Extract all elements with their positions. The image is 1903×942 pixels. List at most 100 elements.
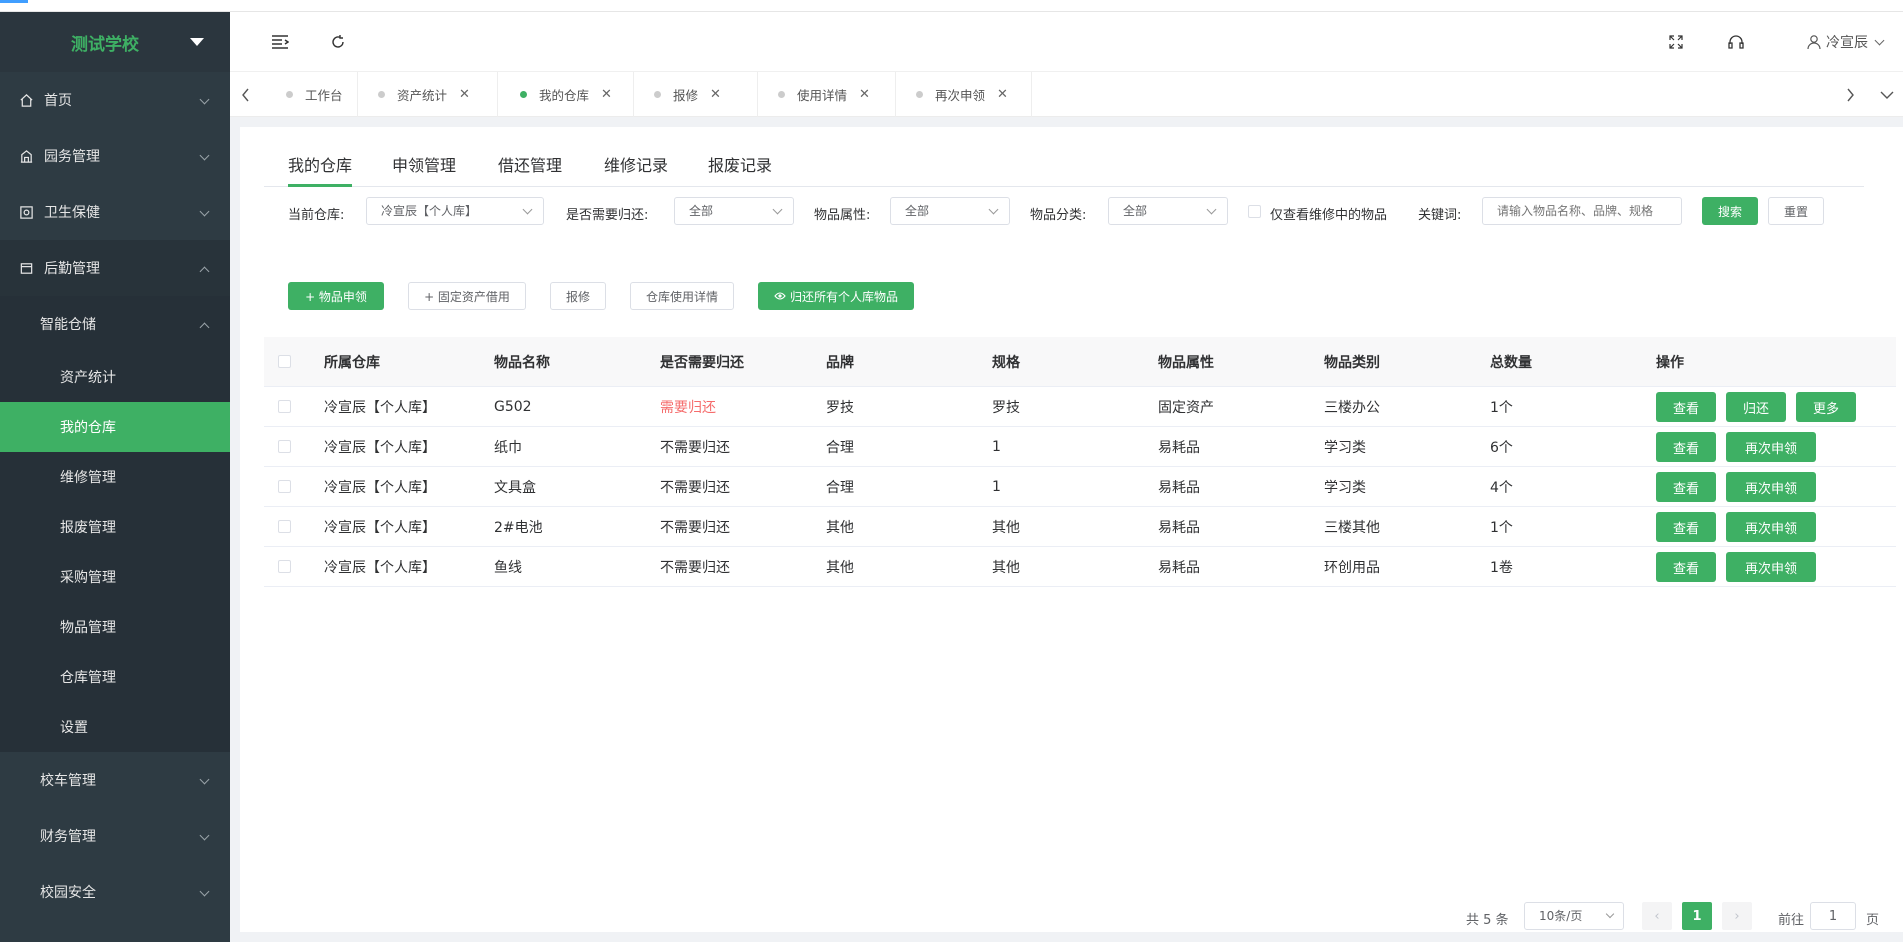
tab-reapply[interactable]: 再次申领 ✕: [896, 72, 1032, 117]
view-button[interactable]: 查看: [1656, 552, 1716, 582]
sidebar-subitem-repair[interactable]: 维修管理: [0, 452, 230, 502]
row-checkbox[interactable]: [278, 560, 291, 573]
sidebar-subitem-settings[interactable]: 设置: [0, 702, 230, 752]
reapply-button[interactable]: 再次申领: [1726, 432, 1816, 462]
sidebar-item-home[interactable]: 首页: [0, 72, 230, 128]
sidebar-subitem-my-warehouse[interactable]: 我的仓库: [0, 402, 230, 452]
sidebar-subitem-scrap[interactable]: 报废管理: [0, 502, 230, 552]
reapply-button[interactable]: 再次申领: [1726, 472, 1816, 502]
warehouse-usage-button[interactable]: 仓库使用详情: [630, 282, 734, 310]
row-checkbox[interactable]: [278, 520, 291, 533]
cell-qty: 4个: [1490, 479, 1513, 496]
sidebar: 测试学校 首页 园务管理 卫生保健 后勤管理 智能仓储 资产统计 我的仓库 维修…: [0, 12, 230, 942]
column-header: 品牌: [826, 354, 854, 371]
sidebar-item-logistics[interactable]: 后勤管理: [0, 240, 230, 296]
refresh-icon[interactable]: [328, 32, 348, 52]
sidebar-subitem-purchase[interactable]: 采购管理: [0, 552, 230, 602]
more-button[interactable]: 更多: [1796, 392, 1856, 422]
sidebar-item-label: 首页: [44, 93, 72, 109]
headset-icon[interactable]: [1726, 32, 1746, 52]
attr-select[interactable]: 全部: [890, 197, 1010, 225]
sidebar-subitem-items[interactable]: 物品管理: [0, 602, 230, 652]
menu-fold-icon[interactable]: [270, 32, 290, 52]
sidebar-item-label: 园务管理: [44, 149, 100, 165]
school-switcher[interactable]: 测试学校: [0, 12, 230, 72]
row-checkbox[interactable]: [278, 400, 291, 413]
reapply-button[interactable]: 再次申领: [1726, 512, 1816, 542]
tabs-scroll-right-icon[interactable]: [1834, 72, 1866, 117]
chevron-down-icon: [522, 204, 533, 215]
tab-label: 我的仓库: [539, 88, 590, 103]
page-suffix: 页: [1866, 913, 1880, 928]
cell-need-return: 不需要归还: [660, 519, 730, 536]
page-size-value: 10条/页: [1539, 909, 1583, 923]
subtab-my-warehouse[interactable]: 我的仓库: [288, 152, 353, 187]
subtab-repair-records[interactable]: 维修记录: [604, 152, 668, 187]
page-size-select[interactable]: 10条/页: [1524, 902, 1624, 930]
top-strip: [0, 0, 1903, 12]
reset-button[interactable]: 重置: [1768, 197, 1824, 225]
fixed-asset-borrow-button[interactable]: + 固定资产借用: [408, 282, 526, 310]
view-button[interactable]: 查看: [1656, 392, 1716, 422]
sidebar-item-safety[interactable]: 校园安全: [0, 864, 230, 920]
cell-category: 学习类: [1324, 439, 1366, 456]
sidebar-subitem-asset-stats[interactable]: 资产统计: [0, 352, 230, 402]
tabs-dropdown-icon[interactable]: [1871, 72, 1903, 117]
sidebar-item-bus[interactable]: 校车管理: [0, 752, 230, 808]
row-checkbox[interactable]: [278, 440, 291, 453]
search-button[interactable]: 搜索: [1702, 197, 1758, 225]
close-icon[interactable]: ✕: [601, 87, 612, 102]
prev-page-icon[interactable]: ‹: [1642, 902, 1672, 930]
cell-name: 文具盒: [494, 479, 536, 496]
top-header: 冷宣辰: [230, 12, 1903, 72]
chevron-up-icon: [199, 266, 210, 277]
sidebar-item-finance[interactable]: 财务管理: [0, 808, 230, 864]
tab-usage[interactable]: 使用详情 ✕: [758, 72, 896, 117]
warehouse-select[interactable]: 冷宣辰【个人库】: [366, 197, 544, 225]
keyword-input[interactable]: [1482, 197, 1682, 225]
close-icon[interactable]: ✕: [710, 87, 721, 102]
sidebar-item-smart-storage[interactable]: 智能仓储: [0, 296, 230, 352]
tab-workbench[interactable]: 工作台: [266, 72, 358, 117]
return-select[interactable]: 全部: [674, 197, 794, 225]
tab-my-warehouse[interactable]: 我的仓库 ✕: [498, 72, 634, 117]
view-button[interactable]: 查看: [1656, 512, 1716, 542]
cell-attr: 易耗品: [1158, 559, 1200, 576]
category-select[interactable]: 全部: [1108, 197, 1228, 225]
next-page-icon[interactable]: ›: [1722, 902, 1752, 930]
apply-item-button[interactable]: + 物品申领: [288, 282, 384, 310]
page-number-current[interactable]: 1: [1682, 902, 1712, 930]
select-all-checkbox[interactable]: [278, 355, 291, 368]
row-checkbox[interactable]: [278, 480, 291, 493]
return-button[interactable]: 归还: [1726, 392, 1786, 422]
user-menu[interactable]: 冷宣辰: [1806, 32, 1885, 52]
tab-repair[interactable]: 报修 ✕: [634, 72, 758, 117]
close-icon[interactable]: ✕: [997, 87, 1008, 102]
tabs-scroll-left-icon[interactable]: [230, 72, 262, 117]
close-icon[interactable]: ✕: [859, 87, 870, 102]
repair-only-checkbox[interactable]: [1248, 205, 1261, 218]
return-all-button[interactable]: 归还所有个人库物品: [758, 282, 914, 310]
cell-category: 三楼其他: [1324, 519, 1380, 536]
return-select-value: 全部: [689, 204, 714, 218]
chevron-down-icon: [1874, 35, 1885, 45]
reapply-button[interactable]: 再次申领: [1726, 552, 1816, 582]
goto-page-input[interactable]: 1: [1810, 902, 1856, 930]
sidebar-subitem-warehouses[interactable]: 仓库管理: [0, 652, 230, 702]
subtab-apply[interactable]: 申领管理: [392, 152, 456, 187]
subtab-borrow[interactable]: 借还管理: [498, 152, 562, 187]
close-icon[interactable]: ✕: [459, 87, 470, 102]
sidebar-item-health[interactable]: 卫生保健: [0, 184, 230, 240]
tab-asset-stats[interactable]: 资产统计 ✕: [358, 72, 498, 117]
cell-qty: 6个: [1490, 439, 1513, 456]
view-button[interactable]: 查看: [1656, 472, 1716, 502]
cell-category: 学习类: [1324, 479, 1366, 496]
view-button[interactable]: 查看: [1656, 432, 1716, 462]
column-header: 物品名称: [494, 354, 550, 371]
cell-spec: 罗技: [992, 399, 1020, 416]
sidebar-item-affairs[interactable]: 园务管理: [0, 128, 230, 184]
table-row: 冷宣辰【个人库】 鱼线 不需要归还 其他 其他 易耗品 环创用品 1卷 查看 再…: [264, 547, 1896, 587]
subtab-scrap-records[interactable]: 报废记录: [708, 152, 772, 187]
repair-button[interactable]: 报修: [550, 282, 606, 310]
fullscreen-icon[interactable]: [1666, 32, 1686, 52]
